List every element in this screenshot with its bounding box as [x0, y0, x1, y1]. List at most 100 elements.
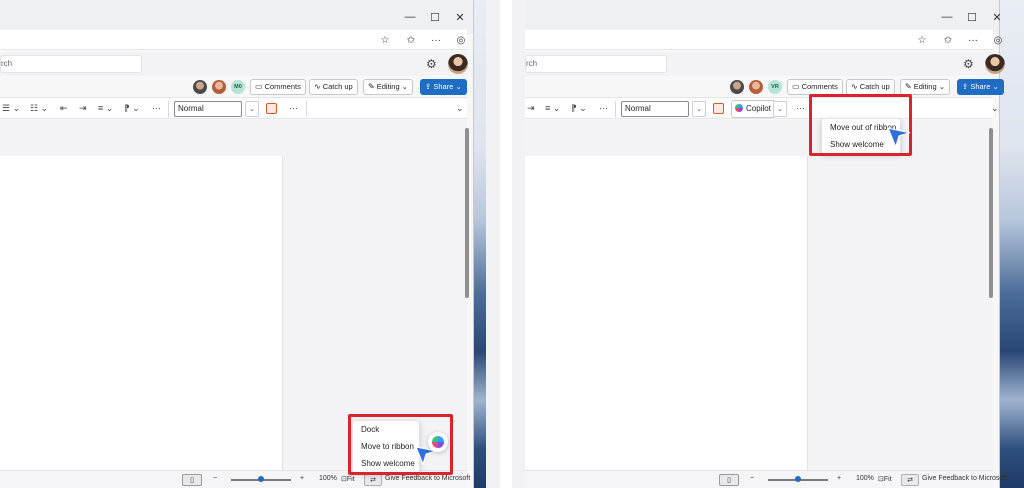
collapse-ribbon-icon[interactable]: ⌄ — [456, 103, 464, 114]
collaborator-avatar[interactable] — [749, 80, 763, 94]
address-bar[interactable]: ☆ ✩ ··· ◎ — [525, 30, 1002, 50]
style-dropdown-button[interactable]: ⌄ — [692, 101, 706, 117]
zoom-slider-thumb[interactable] — [795, 476, 801, 482]
search-input[interactable]: rch — [525, 55, 667, 73]
collaborator-avatar-initials[interactable]: M0 — [231, 80, 245, 94]
indent-icon[interactable]: ⇥ — [79, 103, 87, 114]
paragraph-icon[interactable]: ⁋ ⌄ — [571, 103, 587, 114]
status-bar: ▯ − + 100% ⊡Fit ⇄ Give Feedback to Micro… — [525, 470, 1007, 488]
bullets-icon[interactable]: ☰ ⌄ — [2, 103, 20, 114]
vertical-scrollbar[interactable] — [989, 128, 993, 298]
zoom-slider-thumb[interactable] — [258, 476, 264, 482]
favorites-icon[interactable]: ✩ — [404, 33, 418, 47]
left-screenshot: — ☐ ✕ ☆ ✩ ··· ◎ rch ⚙ M0 ▭ Comments ∿ Catc… — [0, 0, 512, 488]
fit-button[interactable]: ⊡Fit — [341, 475, 355, 483]
wave-icon: ∿ — [314, 82, 321, 91]
ribbon-divider — [615, 101, 616, 117]
search-input[interactable]: rch — [0, 55, 142, 73]
document-page[interactable] — [525, 156, 808, 470]
feedback-link[interactable]: Give Feedback to Microsoft — [385, 475, 470, 482]
more-options-icon[interactable]: ··· — [152, 103, 161, 113]
more-icon[interactable]: ··· — [429, 33, 443, 47]
collaborator-avatar[interactable] — [193, 80, 207, 94]
document-page[interactable] — [0, 156, 283, 470]
gear-icon[interactable]: ⚙ — [426, 57, 437, 71]
ribbon-divider — [306, 101, 307, 117]
copilot-icon — [735, 104, 743, 112]
catch-up-button[interactable]: ∿ Catch up — [846, 79, 895, 95]
comment-icon: ▭ — [792, 82, 800, 91]
copilot-dropdown-button[interactable]: ⌄ — [773, 101, 787, 117]
close-button[interactable]: ✕ — [990, 10, 1004, 24]
zoom-in-button[interactable]: + — [300, 475, 304, 482]
more-options-icon[interactable]: ··· — [599, 103, 608, 113]
cursor-arrow-icon — [887, 127, 910, 149]
style-selector[interactable]: Normal — [621, 101, 689, 117]
minimize-button[interactable]: — — [403, 10, 417, 24]
overflow-more-icon[interactable]: ··· — [289, 103, 298, 113]
minimize-button[interactable]: — — [940, 10, 954, 24]
cursor-arrow-icon — [415, 446, 437, 466]
user-avatar[interactable] — [448, 54, 468, 74]
vertical-scrollbar[interactable] — [465, 128, 469, 298]
share-button[interactable]: ⇪ Share ⌄ — [420, 79, 467, 95]
wave-icon: ∿ — [851, 82, 858, 91]
align-icon[interactable]: ≡ ⌄ — [98, 103, 113, 114]
address-bar[interactable]: ☆ ✩ ··· ◎ — [0, 30, 467, 50]
star-add-icon[interactable]: ☆ — [378, 33, 392, 47]
page-view-button[interactable]: ▯ — [182, 474, 202, 486]
styles-pane-icon[interactable] — [713, 103, 724, 114]
zoom-out-button[interactable]: − — [213, 475, 217, 482]
outdent-icon[interactable]: ⇤ — [60, 103, 68, 114]
title-bar: — ☐ ✕ — [525, 0, 1002, 34]
collaborator-avatar[interactable] — [212, 80, 226, 94]
share-button[interactable]: ⇪ Share ⌄ — [957, 79, 1004, 95]
more-icon[interactable]: ··· — [966, 33, 980, 47]
command-row: VR ▭ Comments ∿ Catch up ✎ Editing ⌄ ⇪ Shar… — [525, 77, 1004, 97]
catch-up-button[interactable]: ∿ Catch up — [309, 79, 358, 95]
align-icon[interactable]: ≡ ⌄ — [545, 103, 560, 114]
zoom-out-button[interactable]: − — [750, 475, 754, 482]
copilot-ribbon-button[interactable]: Copilot — [731, 100, 776, 118]
page-view-button[interactable]: ▯ — [719, 474, 739, 486]
title-bar: — ☐ ✕ — [0, 0, 473, 34]
document-canvas — [525, 120, 993, 470]
collaborator-avatar-initials[interactable]: VR — [768, 80, 782, 94]
feedback-link[interactable]: Give Feedback to Microsoft — [922, 475, 1007, 482]
right-screenshot: — ☐ ✕ ☆ ✩ ··· ◎ rch ⚙ VR ▭ Comments ∿ Catc… — [512, 0, 1024, 488]
editing-button[interactable]: ✎ Editing ⌄ — [900, 79, 951, 95]
styles-pane-icon[interactable] — [266, 103, 277, 114]
edge-icon[interactable]: ◎ — [991, 33, 1005, 47]
style-dropdown-button[interactable]: ⌄ — [245, 101, 259, 117]
feedback-icon-button[interactable]: ⇄ — [364, 474, 382, 486]
ribbon-toolbar: ⇥ ≡ ⌄ ⁋ ⌄ ··· Normal ⌄ Copilot ⌄ ··· ⌄ — [525, 97, 999, 119]
zoom-level[interactable]: 100% — [319, 475, 337, 482]
browser-window: — ☐ ✕ ☆ ✩ ··· ◎ rch ⚙ VR ▭ Comments ∿ Catc… — [525, 0, 1007, 488]
fit-button[interactable]: ⊡Fit — [878, 475, 892, 483]
user-avatar[interactable] — [985, 54, 1005, 74]
numbering-icon[interactable]: ☷ ⌄ — [30, 103, 48, 114]
editing-button[interactable]: ✎ Editing ⌄ — [363, 79, 414, 95]
favorites-icon[interactable]: ✩ — [941, 33, 955, 47]
star-add-icon[interactable]: ☆ — [915, 33, 929, 47]
pencil-icon: ✎ — [905, 82, 912, 91]
feedback-icon-button[interactable]: ⇄ — [901, 474, 919, 486]
maximize-button[interactable]: ☐ — [965, 10, 979, 24]
collapse-ribbon-icon[interactable]: ⌄ — [991, 103, 999, 114]
paragraph-icon[interactable]: ⁋ ⌄ — [124, 103, 140, 114]
zoom-level[interactable]: 100% — [856, 475, 874, 482]
indent-icon[interactable]: ⇥ — [527, 103, 535, 114]
gear-icon[interactable]: ⚙ — [963, 57, 974, 71]
overflow-more-icon[interactable]: ··· — [796, 103, 805, 113]
pencil-icon: ✎ — [368, 82, 375, 91]
style-selector[interactable]: Normal — [174, 101, 242, 117]
ribbon-divider — [168, 101, 169, 117]
maximize-button[interactable]: ☐ — [428, 10, 442, 24]
zoom-in-button[interactable]: + — [837, 475, 841, 482]
comments-button[interactable]: ▭ Comments — [250, 79, 306, 95]
close-button[interactable]: ✕ — [453, 10, 467, 24]
edge-icon[interactable]: ◎ — [454, 33, 468, 47]
comments-button[interactable]: ▭ Comments — [787, 79, 843, 95]
collaborator-avatar[interactable] — [730, 80, 744, 94]
comment-icon: ▭ — [255, 82, 263, 91]
